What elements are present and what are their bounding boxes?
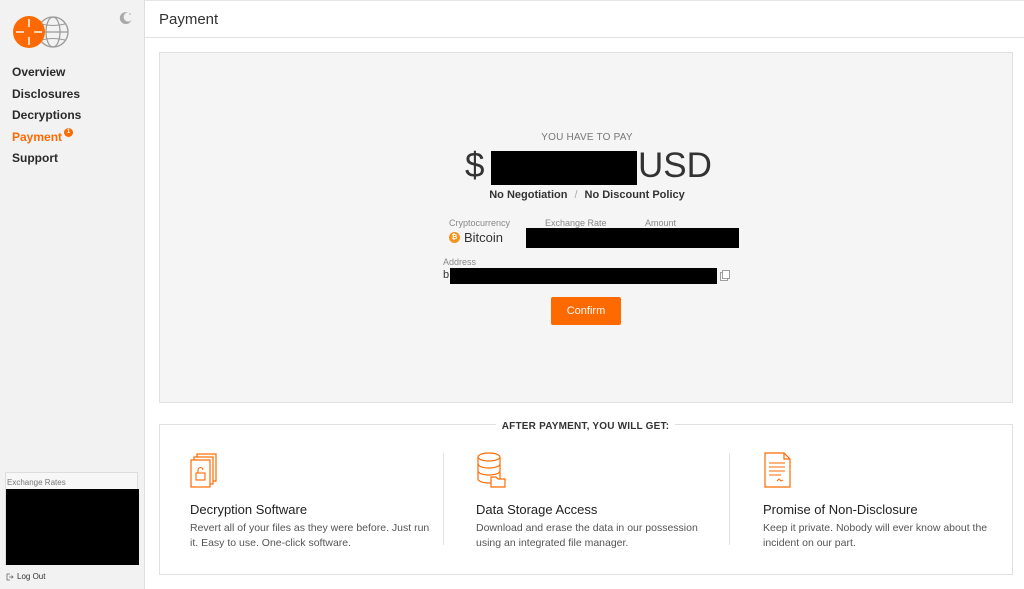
sidebar-item-disclosures[interactable]: Disclosures bbox=[12, 86, 81, 108]
feature-non-disclosure: Promise of Non-Disclosure Keep it privat… bbox=[763, 452, 1003, 551]
address-label: Address bbox=[443, 257, 477, 267]
page-header: Payment bbox=[145, 0, 1024, 38]
bitcoin-icon: ₿ bbox=[449, 232, 460, 243]
cryptocurrency-label: Cryptocurrency bbox=[449, 218, 511, 228]
logout-label: Log Out bbox=[17, 572, 46, 581]
amount-redacted bbox=[491, 151, 637, 185]
term-no-negotiation: No Negotiation bbox=[489, 189, 568, 201]
after-payment-title: AFTER PAYMENT, YOU WILL GET: bbox=[495, 421, 676, 432]
theme-toggle-icon[interactable] bbox=[119, 11, 133, 25]
feature-divider bbox=[729, 453, 730, 545]
payment-panel: YOU HAVE TO PAY $ USD No Negotiation / No … bbox=[159, 52, 1013, 403]
logout-link[interactable]: Log Out bbox=[6, 572, 45, 581]
address-redacted[interactable] bbox=[450, 268, 717, 284]
terms-separator: / bbox=[574, 189, 578, 201]
feature-description: Revert all of your files as they were be… bbox=[190, 522, 430, 549]
copy-icon[interactable] bbox=[720, 270, 730, 281]
feature-description: Download and erase the data in our posse… bbox=[476, 522, 698, 549]
payment-heading: YOU HAVE TO PAY bbox=[541, 132, 633, 143]
feature-title: Decryption Software bbox=[190, 502, 308, 517]
sidebar-item-support[interactable]: Support bbox=[12, 150, 81, 172]
sidebar-item-label: Disclosures bbox=[12, 86, 81, 101]
payment-terms: No Negotiation / No Discount Policy bbox=[160, 189, 1014, 201]
currency-code: USD bbox=[638, 146, 712, 185]
sidebar-item-decryptions[interactable]: Decryptions bbox=[12, 107, 81, 129]
feature-title: Data Storage Access bbox=[476, 502, 598, 517]
after-payment-title-wrap: AFTER PAYMENT, YOU WILL GET: bbox=[0, 416, 1024, 434]
unlocked-files-icon bbox=[190, 453, 217, 488]
database-folder-icon bbox=[477, 452, 506, 488]
sidebar-item-label: Overview bbox=[12, 65, 66, 79]
exchange-rate-label: Exchange Rate bbox=[545, 218, 607, 228]
sidebar-item-label: Decryptions bbox=[12, 108, 82, 123]
exchange-rates-redacted bbox=[6, 489, 139, 565]
sidebar-item-payment[interactable]: Payment 1 bbox=[12, 127, 81, 151]
notification-badge: 1 bbox=[64, 127, 74, 137]
cryptocurrency-name: Bitcoin bbox=[464, 230, 504, 245]
feature-title: Promise of Non-Disclosure bbox=[763, 502, 918, 517]
rate-amount-redacted bbox=[526, 228, 739, 248]
feature-data-storage-access: Data Storage Access Download and erase t… bbox=[476, 452, 716, 551]
logout-icon bbox=[6, 573, 14, 580]
feature-divider bbox=[443, 453, 444, 545]
logo-icon bbox=[13, 16, 69, 48]
address-prefix: b bbox=[443, 269, 450, 281]
confirm-button[interactable]: Confirm bbox=[551, 297, 621, 325]
term-no-discount: No Discount Policy bbox=[584, 189, 685, 201]
cryptocurrency-value: ₿ Bitcoin bbox=[449, 230, 503, 245]
sidebar-item-label: Support bbox=[12, 151, 58, 166]
feature-description: Keep it private. Nobody will ever know a… bbox=[763, 522, 988, 549]
feature-decryption-software: Decryption Software Revert all of your f… bbox=[190, 452, 430, 551]
page-title: Payment bbox=[159, 11, 219, 28]
sidebar-nav: Overview Disclosures Decryptions Payment… bbox=[12, 64, 81, 172]
document-signature-icon bbox=[764, 452, 791, 488]
currency-symbol: $ bbox=[465, 146, 485, 185]
exchange-rates-label: Exchange Rates bbox=[7, 478, 66, 487]
amount-label: Amount bbox=[645, 218, 677, 228]
sidebar-item-label: Payment bbox=[12, 129, 63, 144]
sidebar-item-overview[interactable]: Overview bbox=[12, 64, 81, 86]
app-window: Overview Disclosures Decryptions Payment… bbox=[0, 0, 1024, 589]
